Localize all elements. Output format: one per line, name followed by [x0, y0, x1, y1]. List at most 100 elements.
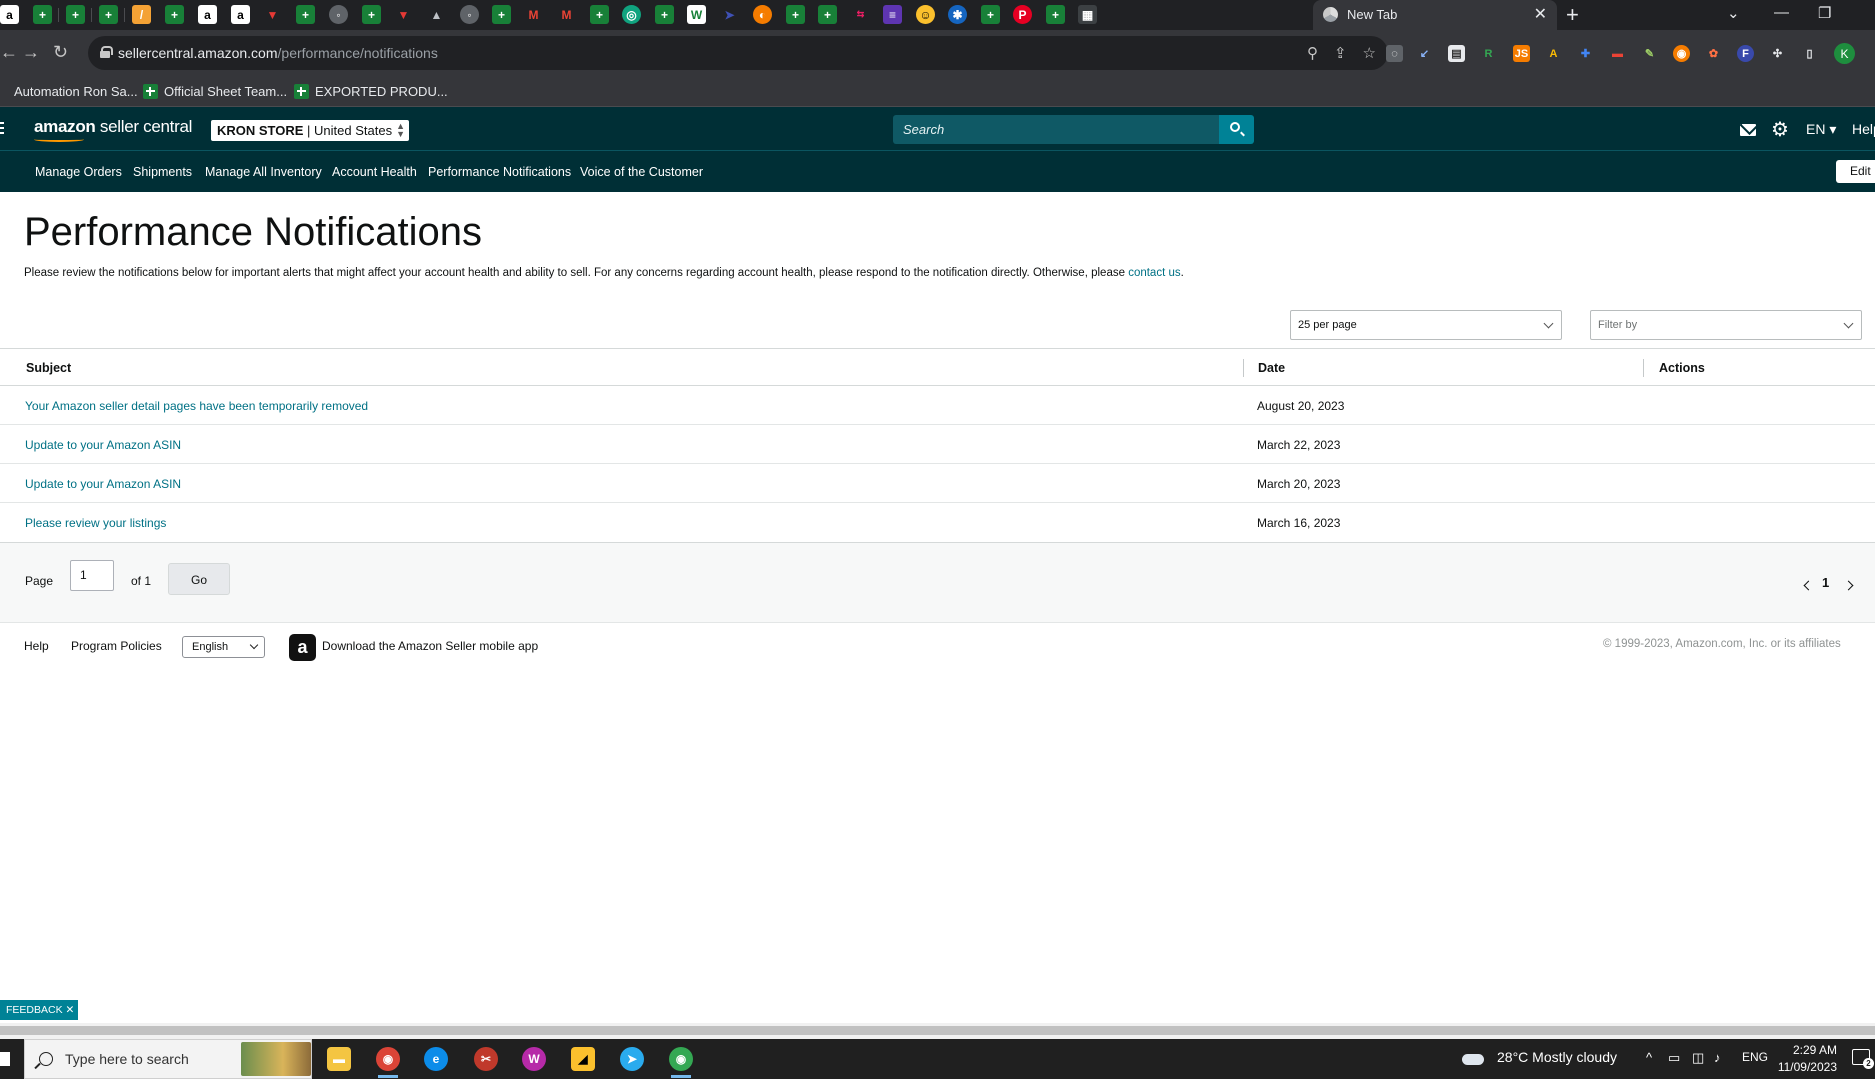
page-number-input[interactable]: 1 — [70, 560, 114, 591]
extension-icon[interactable]: F — [1737, 45, 1754, 62]
edit-nav-button[interactable]: Edit — [1836, 160, 1875, 183]
extension-icon[interactable]: ▬ — [1609, 45, 1626, 62]
sheets-tab-icon[interactable]: + — [165, 5, 184, 24]
footer-program-policies-link[interactable]: Program Policies — [71, 639, 162, 653]
pencil-tab-icon[interactable]: / — [132, 5, 151, 24]
column-date[interactable]: Date — [1258, 361, 1285, 375]
notification-subject-link[interactable]: Update to your Amazon ASIN — [25, 438, 181, 452]
extension-icon[interactable]: JS — [1513, 45, 1530, 62]
sticky-notes-icon[interactable]: ◢ — [571, 1047, 595, 1071]
extension-icon[interactable]: R — [1480, 45, 1497, 62]
chrome-profile-icon[interactable]: ◉ — [669, 1047, 693, 1078]
gear-tab-icon[interactable]: ✱ — [948, 5, 967, 24]
taskbar-search-input[interactable]: Type here to search — [24, 1039, 312, 1079]
sheets-tab-icon[interactable]: + — [296, 5, 315, 24]
nav-manage-orders[interactable]: Manage Orders — [35, 165, 122, 179]
sheets-tab-icon[interactable]: + — [1046, 5, 1065, 24]
mail-icon[interactable] — [1740, 124, 1756, 136]
taskbar-clock[interactable]: 2:29 AM 11/09/2023 — [1772, 1042, 1837, 1076]
close-tab-icon[interactable]: ✕ — [1534, 4, 1547, 24]
previous-page-icon[interactable] — [1803, 580, 1814, 591]
tab-search-icon[interactable]: ⌄ — [1727, 4, 1740, 22]
store-selector[interactable]: KRON STORE | United States ▲ ▼ — [211, 120, 409, 141]
extension-icon[interactable]: ◉ — [1673, 45, 1690, 62]
notification-subject-link[interactable]: Update to your Amazon ASIN — [25, 477, 181, 491]
notification-subject-link[interactable]: Your Amazon seller detail pages have bee… — [25, 399, 368, 413]
amazon-tab-icon[interactable]: a — [231, 5, 250, 24]
amazon-tab-icon[interactable]: a — [198, 5, 217, 24]
notification-subject-link[interactable]: Please review your listings — [25, 516, 166, 530]
back-icon[interactable]: ← — [0, 42, 18, 63]
feedback-button[interactable]: FEEDBACK ✕ — [0, 1000, 78, 1020]
wps-icon[interactable]: W — [522, 1047, 546, 1071]
edge-icon[interactable]: e — [424, 1047, 448, 1071]
network-icon[interactable]: ▭ — [1668, 1050, 1680, 1066]
contact-us-link[interactable]: contact us — [1128, 267, 1180, 279]
menu-icon[interactable] — [0, 122, 4, 136]
new-tab-button[interactable]: + — [1566, 2, 1579, 28]
search-input[interactable]: Search — [893, 115, 1219, 144]
gmail-tab-icon[interactable]: M — [557, 5, 576, 24]
globe-tab-icon[interactable]: ◦ — [329, 5, 348, 24]
weather-text[interactable]: 28°C Mostly cloudy — [1497, 1049, 1617, 1065]
sheets-tab-icon[interactable]: + — [655, 5, 674, 24]
sheets-tab-icon[interactable]: + — [590, 5, 609, 24]
go-button[interactable]: Go — [168, 563, 230, 595]
arrow-tab-icon[interactable]: ▼ — [263, 5, 282, 24]
gmail-tab-icon[interactable]: M — [524, 5, 543, 24]
extension-icon[interactable]: ✎ — [1641, 45, 1658, 62]
extension-icon[interactable]: ✚ — [1577, 45, 1594, 62]
profile-avatar[interactable]: K — [1834, 43, 1855, 64]
settings-gear-icon[interactable]: ⚙ — [1771, 117, 1789, 142]
plane-tab-icon[interactable]: ➤ — [720, 5, 739, 24]
bookmark-star-icon[interactable]: ☆ — [1363, 44, 1376, 62]
seller-central-logo[interactable]: amazon seller central — [34, 117, 192, 137]
windows-start-icon[interactable] — [0, 1052, 10, 1066]
horizontal-scrollbar[interactable] — [0, 1023, 1875, 1039]
search-button[interactable] — [1219, 115, 1254, 144]
active-tab[interactable]: New Tab ✕ — [1313, 0, 1557, 30]
nav-account-health[interactable]: Account Health — [332, 165, 417, 179]
snipping-tool-icon[interactable]: ✂ — [474, 1047, 498, 1071]
nav-shipments[interactable]: Shipments — [133, 165, 192, 179]
restore-button[interactable]: ❐ — [1818, 4, 1831, 22]
reload-icon[interactable]: ↻ — [53, 42, 68, 63]
camera-icon[interactable]: ◫ — [1692, 1050, 1704, 1066]
arrow-tab-icon[interactable]: ▼ — [394, 5, 413, 24]
extension-icon[interactable]: ▤ — [1448, 45, 1465, 62]
omnibox[interactable]: sellercentral.amazon.com/performance/not… — [88, 36, 1388, 70]
mountain-tab-icon[interactable]: ▲ — [427, 5, 446, 24]
footer-help-link[interactable]: Help — [24, 639, 49, 653]
download-app-link[interactable]: Download the Amazon Seller mobile app — [322, 639, 538, 653]
tray-overflow-icon[interactable]: ^ — [1646, 1050, 1652, 1065]
pinterest-tab-icon[interactable]: P — [1013, 5, 1032, 24]
extension-icon[interactable]: ↙ — [1416, 45, 1433, 62]
bookmark-item[interactable]: Official Sheet Team... — [143, 84, 287, 99]
globe-tab-icon[interactable]: ◦ — [460, 5, 479, 24]
puzzle-icon[interactable]: ✣ — [1769, 45, 1786, 62]
sheets-tab-icon[interactable]: + — [99, 5, 118, 24]
volume-icon[interactable]: ♪ — [1714, 1050, 1721, 1065]
video-tab-icon[interactable]: ▦ — [1078, 5, 1097, 24]
bookmark-item[interactable]: EXPORTED PRODU... — [294, 84, 448, 99]
minimize-button[interactable]: — — [1774, 4, 1789, 21]
amazon-tab-icon[interactable]: a — [0, 5, 19, 24]
link-tab-icon[interactable]: ⇆ — [851, 5, 870, 24]
orange-tab-icon[interactable]: ◐ — [753, 5, 772, 24]
sheets-tab-icon[interactable]: + — [786, 5, 805, 24]
extension-off-icon[interactable]: ◌ — [1386, 45, 1403, 62]
current-page-number[interactable]: 1 — [1822, 575, 1829, 590]
forward-icon[interactable]: → — [22, 42, 40, 63]
language-selector[interactable]: EN ▾ — [1806, 121, 1836, 138]
chatgpt-tab-icon[interactable]: ◎ — [622, 5, 641, 24]
extension-icon[interactable]: ✿ — [1705, 45, 1722, 62]
file-explorer-icon[interactable]: ▬ — [327, 1047, 351, 1071]
share-icon[interactable]: ⇪ — [1334, 44, 1347, 62]
list-tab-icon[interactable]: ≡ — [883, 5, 902, 24]
filter-select[interactable]: Filter by — [1590, 310, 1862, 340]
nav-voice-of-customer[interactable]: Voice of the Customer — [580, 165, 703, 179]
nav-performance-notifications[interactable]: Performance Notifications — [428, 165, 571, 179]
notification-center-icon[interactable]: 2 — [1852, 1049, 1874, 1069]
column-subject[interactable]: Subject — [26, 361, 71, 375]
help-link[interactable]: Help — [1852, 121, 1875, 137]
